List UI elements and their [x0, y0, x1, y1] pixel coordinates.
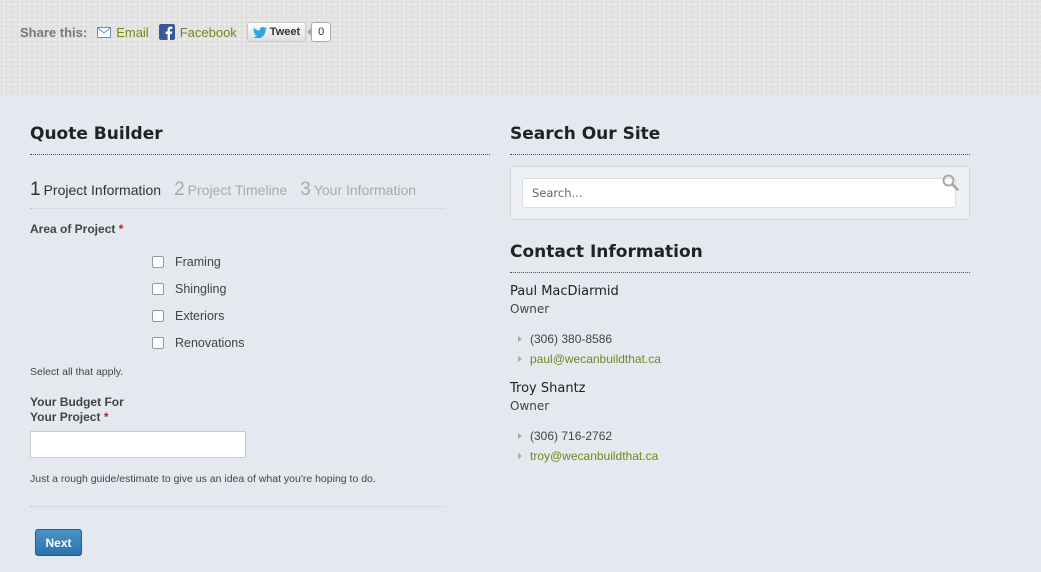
step-label: Your Information — [313, 182, 417, 198]
area-of-project-label: Area of Project * — [30, 222, 123, 236]
checkbox[interactable] — [152, 336, 164, 349]
search-input[interactable]: Search... — [522, 178, 956, 208]
area-options: Framing Shingling Exteriors Renovations — [152, 248, 245, 356]
budget-label-line-1: Your Budget For — [30, 395, 124, 409]
share-label: Share this: — [20, 24, 88, 40]
bullet-arrow-icon — [518, 336, 522, 342]
area-label-text: Area of Project — [30, 222, 116, 236]
email-link[interactable]: troy@wecanbuildthat.ca — [530, 449, 658, 463]
phone-number: (306) 716-2762 — [530, 429, 613, 443]
step-label: Project Timeline — [187, 182, 288, 198]
step-1: 1 Project Information — [30, 179, 161, 201]
required-mark: * — [103, 410, 109, 424]
search-icon[interactable] — [942, 174, 959, 191]
contact-email: troy@wecanbuildthat.ca — [518, 449, 658, 463]
share-facebook-label: Facebook — [179, 24, 237, 40]
sidebar: Search Our Site Search... Contact Inform… — [510, 116, 970, 463]
option-exteriors[interactable]: Exteriors — [152, 302, 245, 329]
tweet-label: Tweet — [269, 26, 301, 38]
quote-builder-title: Quote Builder — [30, 116, 490, 155]
quote-builder-section: Quote Builder 1 Project Information 2 Pr… — [30, 116, 490, 556]
form-divider — [30, 506, 444, 507]
option-label: Shingling — [175, 281, 227, 296]
email-link[interactable]: paul@wecanbuildthat.ca — [530, 352, 661, 366]
bullet-arrow-icon — [518, 453, 522, 459]
contact-role: Owner — [510, 302, 550, 316]
share-bar: Share this: Email Facebook Tweet 0 — [20, 20, 332, 44]
contact-phone: (306) 380-8586 — [518, 332, 612, 346]
step-label: Project Information — [43, 182, 162, 198]
option-label: Framing — [175, 254, 221, 269]
contact-name: Troy Shantz — [510, 381, 586, 396]
share-email-label: Email — [116, 24, 149, 40]
contact-name: Paul MacDiarmid — [510, 284, 619, 299]
tweet-button[interactable]: Tweet — [246, 22, 307, 42]
budget-input[interactable] — [30, 431, 246, 458]
budget-label: Your Budget For Your Project * — [30, 395, 124, 425]
checkbox[interactable] — [152, 255, 164, 268]
envelope-icon — [97, 26, 112, 38]
step-indicator: 1 Project Information 2 Project Timeline… — [30, 172, 444, 209]
search-title: Search Our Site — [510, 116, 970, 155]
budget-label-text: Your Project — [30, 410, 101, 424]
tweet-count: 0 — [307, 22, 332, 42]
budget-help-text: Just a rough guide/estimate to give us a… — [30, 473, 376, 485]
share-email-link[interactable]: Email — [97, 25, 149, 40]
contact-role: Owner — [510, 399, 550, 413]
option-framing[interactable]: Framing — [152, 248, 245, 275]
facebook-icon — [158, 24, 175, 40]
option-shingling[interactable]: Shingling — [152, 275, 245, 302]
bullet-arrow-icon — [518, 433, 522, 439]
contact-title: Contact Information — [510, 234, 970, 273]
step-3: 3 Your Information — [300, 179, 416, 201]
step-number: 1 — [30, 179, 41, 200]
share-facebook-link[interactable]: Facebook — [158, 24, 237, 40]
option-label: Exteriors — [175, 308, 225, 323]
search-box: Search... — [510, 166, 970, 220]
required-mark: * — [118, 222, 124, 236]
checkbox[interactable] — [152, 309, 164, 322]
step-number: 3 — [300, 179, 311, 200]
contact-phone: (306) 716-2762 — [518, 429, 612, 443]
contact-email: paul@wecanbuildthat.ca — [518, 352, 661, 366]
twitter-bird-icon — [252, 26, 267, 38]
budget-label-line-2: Your Project * — [30, 410, 124, 425]
phone-number: (306) 380-8586 — [530, 332, 613, 346]
bullet-arrow-icon — [518, 356, 522, 362]
options-help-text: Select all that apply. — [30, 366, 124, 378]
step-2: 2 Project Timeline — [174, 179, 287, 201]
option-renovations[interactable]: Renovations — [152, 329, 245, 356]
option-label: Renovations — [175, 335, 245, 350]
header-band — [0, 0, 1041, 96]
next-button[interactable]: Next — [35, 529, 82, 556]
step-number: 2 — [174, 179, 185, 200]
checkbox[interactable] — [152, 282, 164, 295]
